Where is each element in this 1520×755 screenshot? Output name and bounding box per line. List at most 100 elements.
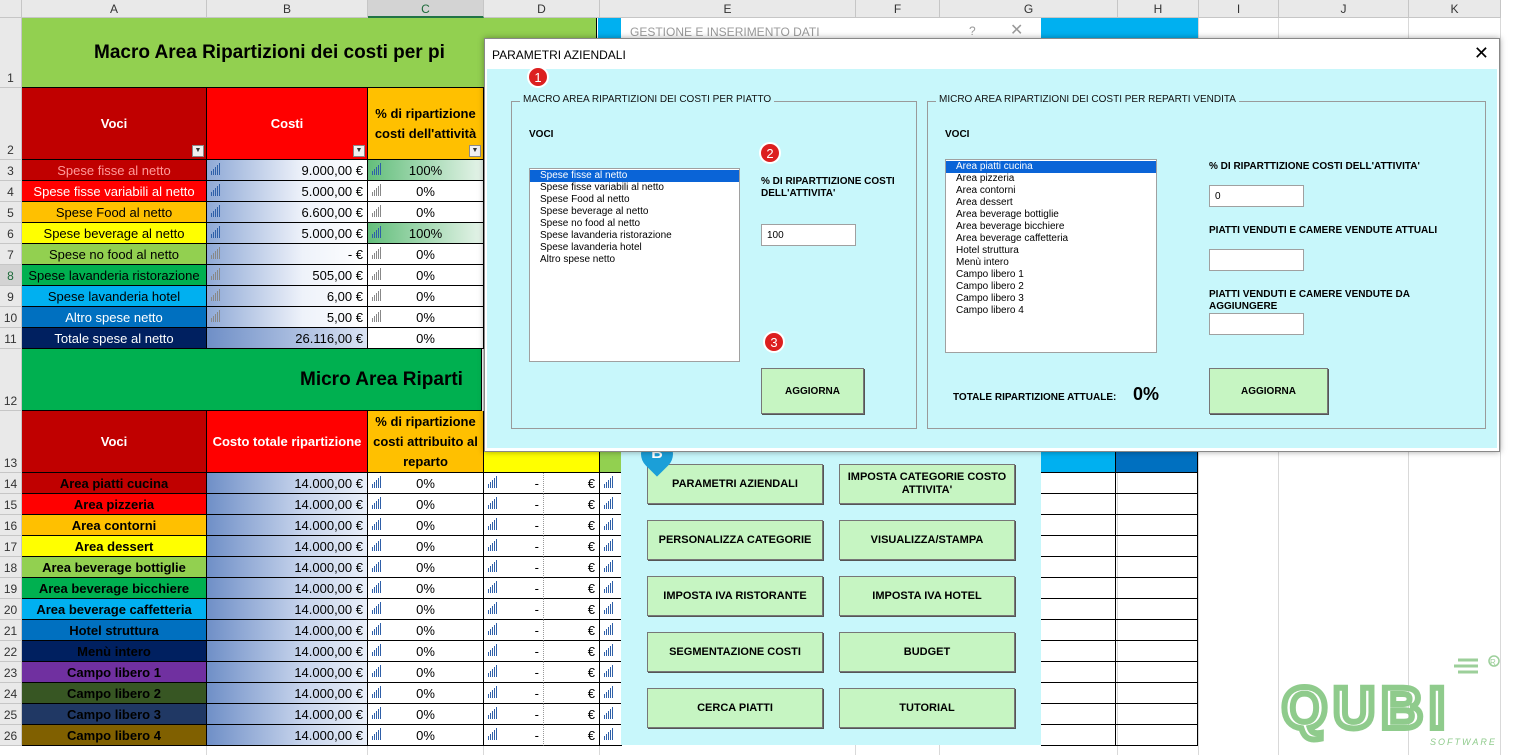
macro-costo-cell[interactable]: 5.000,00 € xyxy=(207,181,368,202)
filter-dropdown-icon[interactable]: ▼ xyxy=(353,145,365,157)
list-item[interactable]: Campo libero 3 xyxy=(946,293,1156,305)
macro-costo-cell[interactable]: 5,00 € xyxy=(207,307,368,328)
gestione-button-imposta-categorie-costo-attivita[interactable]: IMPOSTA CATEGORIE COSTO ATTIVITA' xyxy=(839,464,1015,504)
micro-costo-cell[interactable]: 14.000,00 € xyxy=(207,683,368,704)
list-item[interactable]: Campo libero 4 xyxy=(946,305,1156,317)
select-all-corner[interactable] xyxy=(0,0,22,18)
row-header-20[interactable]: 20 xyxy=(0,599,22,620)
micro-title-cell[interactable]: Micro Area Riparti xyxy=(22,349,482,411)
micro-e-cell[interactable] xyxy=(600,725,622,746)
header-costi[interactable]: Costi ▼ xyxy=(207,88,368,160)
column-header-j[interactable]: J xyxy=(1279,0,1409,18)
micro-perc-cell[interactable]: 0% xyxy=(368,704,484,725)
micro-h-cell[interactable] xyxy=(1116,704,1198,725)
filter-dropdown-icon[interactable]: ▼ xyxy=(192,145,204,157)
micro-d-cell[interactable]: - xyxy=(484,473,544,494)
micro-costo-cell[interactable]: 14.000,00 € xyxy=(207,641,368,662)
micro-h-cell[interactable] xyxy=(1116,662,1198,683)
list-item[interactable]: Spese lavanderia hotel xyxy=(530,242,739,254)
row-header-23[interactable]: 23 xyxy=(0,662,22,683)
micro-d-euro-cell[interactable]: € xyxy=(544,515,600,536)
micro-perc-cell[interactable]: 0% xyxy=(368,515,484,536)
micro-voce-cell[interactable]: Campo libero 2 xyxy=(22,683,207,704)
row-header-24[interactable]: 24 xyxy=(0,683,22,704)
macro-voce-cell[interactable]: Totale spese al netto xyxy=(22,328,207,349)
micro-e-cell[interactable] xyxy=(600,620,622,641)
micro-d-cell[interactable]: - xyxy=(484,515,544,536)
micro-voce-cell[interactable]: Campo libero 1 xyxy=(22,662,207,683)
macro-costo-cell[interactable]: - € xyxy=(207,244,368,265)
macro-voce-cell[interactable]: Spese no food al netto xyxy=(22,244,207,265)
macro-costo-cell[interactable]: 6.600,00 € xyxy=(207,202,368,223)
micro-perc-cell[interactable]: 0% xyxy=(368,662,484,683)
micro-costo-cell[interactable]: 14.000,00 € xyxy=(207,704,368,725)
micro-d-euro-cell[interactable]: € xyxy=(544,704,600,725)
micro-h-cell[interactable] xyxy=(1116,641,1198,662)
micro-e-cell[interactable] xyxy=(600,578,622,599)
micro-update-button[interactable]: AGGIORNA xyxy=(1209,368,1328,414)
micro-e-cell[interactable] xyxy=(600,557,622,578)
list-item[interactable]: Campo libero 1 xyxy=(946,269,1156,281)
row-header-14[interactable]: 14 xyxy=(0,473,22,494)
macro-update-button[interactable]: AGGIORNA xyxy=(761,368,864,414)
micro-e-cell[interactable] xyxy=(600,473,622,494)
micro-d-euro-cell[interactable]: € xyxy=(544,578,600,599)
micro-perc-cell[interactable]: 0% xyxy=(368,599,484,620)
micro-d-euro-cell[interactable]: € xyxy=(544,494,600,515)
list-item[interactable]: Menù intero xyxy=(946,257,1156,269)
micro-e-cell[interactable] xyxy=(600,599,622,620)
micro-perc-cell[interactable]: 0% xyxy=(368,536,484,557)
micro-costo-cell[interactable]: 14.000,00 € xyxy=(207,578,368,599)
list-item[interactable]: Spese beverage al netto xyxy=(530,206,739,218)
micro-header-voci[interactable]: Voci xyxy=(22,411,207,473)
micro-voce-cell[interactable]: Area beverage caffetteria xyxy=(22,599,207,620)
macro-voci-listbox[interactable]: Spese fisse al netto Spese fisse variabil… xyxy=(529,168,740,362)
column-header-a[interactable]: A xyxy=(22,0,207,18)
micro-h-cell[interactable] xyxy=(1116,683,1198,704)
micro-d-cell[interactable]: - xyxy=(484,599,544,620)
list-item[interactable]: Spese no food al netto xyxy=(530,218,739,230)
macro-costo-cell[interactable]: 505,00 € xyxy=(207,265,368,286)
micro-voci-listbox[interactable]: Area piatti cucina Area pizzeria Area cont… xyxy=(945,159,1157,353)
micro-costo-cell[interactable]: 14.000,00 € xyxy=(207,515,368,536)
row-header-9[interactable]: 9 xyxy=(0,286,22,307)
column-header-i[interactable]: I xyxy=(1199,0,1279,18)
micro-h-cell[interactable] xyxy=(1116,578,1198,599)
micro-perc-cell[interactable]: 0% xyxy=(368,620,484,641)
micro-g-cell[interactable] xyxy=(1041,473,1116,494)
micro-e-cell[interactable] xyxy=(600,683,622,704)
micro-d-euro-cell[interactable]: € xyxy=(544,536,600,557)
row-header-11[interactable]: 11 xyxy=(0,328,22,349)
close-icon[interactable]: ✕ xyxy=(1010,20,1023,40)
macro-perc-cell[interactable]: 0% xyxy=(368,307,484,328)
filter-dropdown-icon[interactable]: ▼ xyxy=(469,145,481,157)
micro-costo-cell[interactable]: 14.000,00 € xyxy=(207,494,368,515)
micro-add-input[interactable] xyxy=(1209,313,1304,335)
micro-sold-input[interactable] xyxy=(1209,249,1304,271)
micro-d-cell[interactable]: - xyxy=(484,536,544,557)
column-header-e[interactable]: E xyxy=(600,0,856,18)
micro-e-cell[interactable] xyxy=(600,515,622,536)
micro-h-cell[interactable] xyxy=(1116,620,1198,641)
macro-voce-cell[interactable]: Spese lavanderia ristorazione xyxy=(22,265,207,286)
micro-d-cell[interactable]: - xyxy=(484,620,544,641)
help-icon[interactable]: ? xyxy=(969,24,976,38)
gestione-button-segmentazione-costi[interactable]: SEGMENTAZIONE COSTI xyxy=(647,632,823,672)
micro-e-cell[interactable] xyxy=(600,641,622,662)
micro-perc-input[interactable]: 0 xyxy=(1209,185,1304,207)
macro-perc-cell[interactable]: 0% xyxy=(368,328,484,349)
row-header-25[interactable]: 25 xyxy=(0,704,22,725)
micro-h-cell[interactable] xyxy=(1116,725,1198,746)
micro-voce-cell[interactable]: Menù intero xyxy=(22,641,207,662)
micro-h-cell[interactable] xyxy=(1116,536,1198,557)
micro-costo-cell[interactable]: 14.000,00 € xyxy=(207,620,368,641)
micro-g-cell[interactable] xyxy=(1041,536,1116,557)
micro-costo-cell[interactable]: 14.000,00 € xyxy=(207,599,368,620)
micro-costo-cell[interactable]: 14.000,00 € xyxy=(207,473,368,494)
row-header-15[interactable]: 15 xyxy=(0,494,22,515)
macro-voce-cell[interactable]: Spese lavanderia hotel xyxy=(22,286,207,307)
micro-perc-cell[interactable]: 0% xyxy=(368,494,484,515)
row-header-3[interactable]: 3 xyxy=(0,160,22,181)
gestione-button-parametri-aziendali[interactable]: PARAMETRI AZIENDALI xyxy=(647,464,823,504)
row-header-17[interactable]: 17 xyxy=(0,536,22,557)
